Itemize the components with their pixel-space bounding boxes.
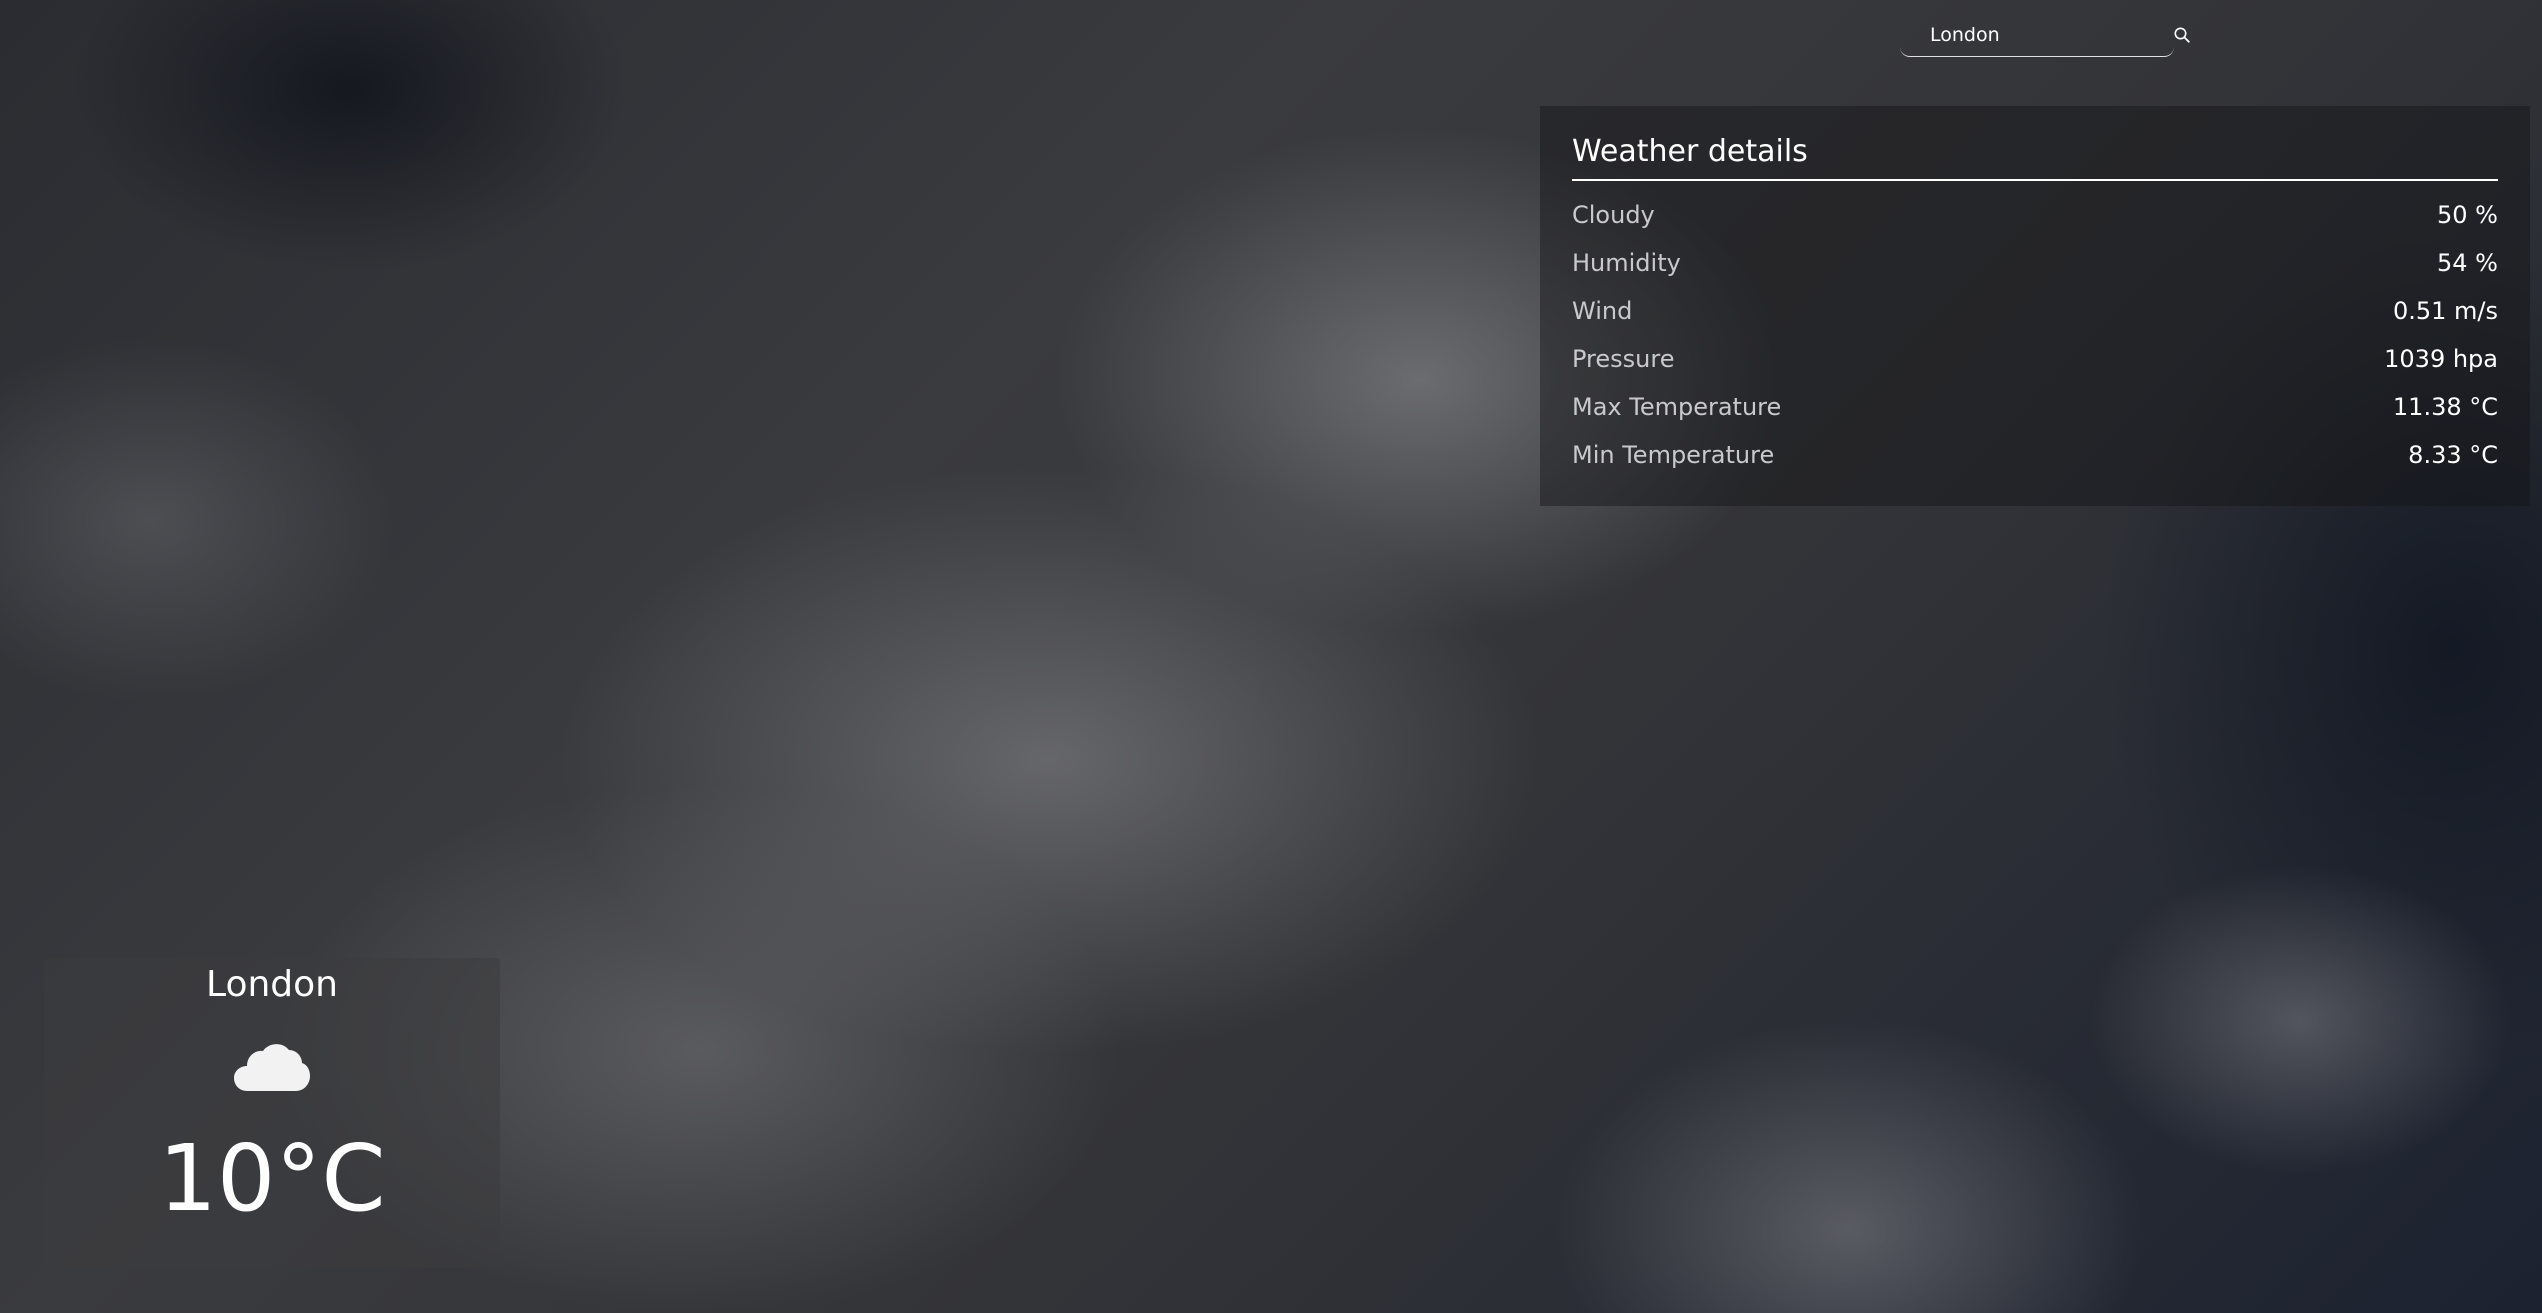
cloud-icon [234,1044,310,1091]
search-button[interactable] [2173,15,2191,55]
detail-row-pressure: Pressure 1039 hpa [1572,335,2498,383]
detail-value: 54 % [2437,249,2498,277]
temperature: 10°C [158,1125,386,1232]
detail-label: Wind [1572,297,1633,325]
detail-row-max-temperature: Max Temperature 11.38 °C [1572,383,2498,431]
detail-label: Pressure [1572,345,1675,373]
detail-label: Min Temperature [1572,441,1775,469]
details-list: Cloudy 50 % Humidity 54 % Wind 0.51 m/s … [1572,191,2498,479]
detail-value: 0.51 m/s [2392,297,2498,325]
city-name: London [206,964,338,1005]
detail-label: Humidity [1572,249,1681,277]
page-background: Weather details Cloudy 50 % Humidity 54 … [0,0,2542,1313]
search-input[interactable] [1900,15,2173,55]
detail-value: 8.33 °C [2408,441,2498,469]
detail-row-wind: Wind 0.51 m/s [1572,287,2498,335]
detail-row-humidity: Humidity 54 % [1572,239,2498,287]
detail-row-min-temperature: Min Temperature 8.33 °C [1572,431,2498,479]
detail-label: Max Temperature [1572,393,1782,421]
current-weather-card: London 10°C [44,958,500,1268]
search-icon [2174,27,2190,43]
detail-value: 1039 hpa [2384,345,2498,373]
details-title: Weather details [1572,134,2498,181]
detail-value: 50 % [2437,201,2498,229]
detail-value: 11.38 °C [2392,393,2498,421]
detail-row-cloudy: Cloudy 50 % [1572,191,2498,239]
weather-details-panel: Weather details Cloudy 50 % Humidity 54 … [1540,106,2530,506]
detail-label: Cloudy [1572,201,1655,229]
search-bar [1900,14,2190,57]
